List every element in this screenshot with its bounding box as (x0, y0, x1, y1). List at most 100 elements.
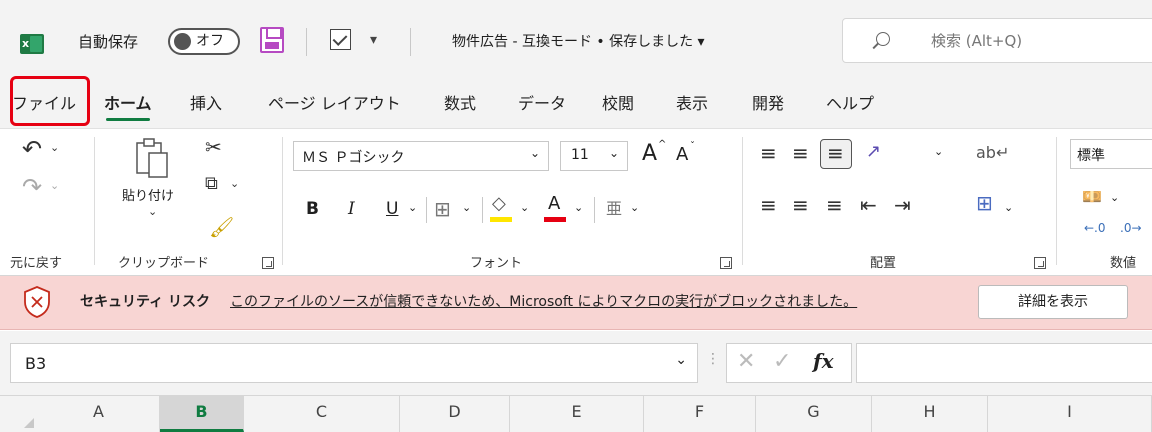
column-header[interactable]: G (756, 396, 872, 432)
merge-dropdown-icon[interactable]: ⌄ (1004, 201, 1013, 214)
tab-help[interactable]: ヘルプ (826, 84, 874, 124)
increase-indent-icon[interactable]: ⇥ (894, 193, 911, 217)
column-header[interactable]: D (400, 396, 510, 432)
orientation-icon[interactable]: ↗ (866, 141, 881, 162)
document-title[interactable]: 物件広告 - 互換モード • 保存しました ▾ (452, 32, 705, 52)
wrap-text-icon[interactable]: ab↵ (976, 143, 1009, 162)
column-header[interactable]: E (510, 396, 644, 432)
security-title: セキュリティ リスク (80, 294, 211, 310)
security-message-link[interactable]: このファイルのソースが信頼できないため、Microsoft によりマクロの実行が… (230, 292, 857, 312)
align-bottom-icon: ≡ (827, 141, 844, 165)
enter-icon[interactable]: ✓ (773, 349, 791, 374)
column-header[interactable]: A (38, 396, 160, 432)
insert-function-button[interactable]: fx (813, 349, 834, 373)
decrease-decimal-icon[interactable]: .0→ (1120, 221, 1142, 235)
number-format-select[interactable]: 標準 (1070, 139, 1152, 169)
font-name-select[interactable]: ＭＳ Ｐゴシック ⌄ (293, 141, 549, 171)
down-caret-icon: ˇ (690, 141, 695, 152)
formula-divider-icon: ⋮ (706, 351, 720, 367)
border-icon[interactable]: ⊞ (434, 197, 451, 221)
undo-group-label: 元に戻す (10, 256, 63, 271)
formula-input[interactable] (856, 343, 1152, 383)
cancel-icon[interactable]: ✕ (737, 349, 755, 374)
align-middle-icon[interactable]: ≡ (792, 141, 809, 165)
tab-review[interactable]: 校閲 (602, 84, 634, 124)
name-box[interactable]: B3 ⌄ (10, 343, 698, 383)
font-name-value: ＭＳ Ｐゴシック (302, 150, 405, 166)
formula-bar: B3 ⌄ ⋮ ✕ ✓ fx (0, 331, 1152, 395)
increase-decimal-icon[interactable]: ←.0 (1084, 221, 1106, 235)
tab-data[interactable]: データ (518, 84, 566, 124)
paste-label[interactable]: 貼り付け (122, 185, 174, 204)
security-warning-bar: セキュリティ リスク このファイルのソースが信頼できないため、Microsoft… (0, 276, 1152, 330)
formula-buttons: ✕ ✓ fx (726, 343, 852, 383)
align-top-icon[interactable]: ≡ (760, 141, 777, 165)
font-size-value: 11 (571, 147, 589, 163)
tab-formulas[interactable]: 数式 (444, 84, 476, 124)
group-separator (282, 137, 283, 265)
fill-color-icon[interactable]: ◇ (492, 193, 506, 214)
align-right-icon[interactable]: ≡ (826, 193, 843, 217)
tab-developer[interactable]: 開発 (752, 84, 784, 124)
phonetic-icon[interactable]: 亜 (606, 195, 622, 219)
italic-button[interactable]: I (348, 199, 355, 219)
border-dropdown-icon[interactable]: ⌄ (462, 201, 471, 214)
ribbon: ↶ ⌄ ↷ ⌄ 元に戻す 貼り付け ⌄ ✂ ⧉ ⌄ 🖌 クリップボード ＭＳ Ｐ… (0, 128, 1152, 276)
undo-dropdown-icon[interactable]: ⌄ (50, 141, 59, 154)
currency-format-icon[interactable]: 💴 (1082, 187, 1102, 206)
paste-icon[interactable] (135, 137, 169, 179)
column-header[interactable]: C (244, 396, 400, 432)
font-separator (482, 197, 483, 223)
font-color-button[interactable]: A (548, 193, 560, 214)
column-header[interactable]: I (988, 396, 1152, 432)
copy-dropdown-icon[interactable]: ⌄ (230, 177, 239, 190)
cut-icon[interactable]: ✂ (205, 135, 222, 159)
font-color-dropdown-icon[interactable]: ⌄ (574, 201, 583, 214)
redo-dropdown-icon[interactable]: ⌄ (50, 179, 59, 192)
excel-logo-icon: x (20, 34, 44, 54)
checkbox-icon[interactable] (330, 29, 351, 50)
paste-dropdown-icon[interactable]: ⌄ (148, 205, 157, 218)
redo-icon[interactable]: ↷ (22, 173, 42, 201)
alignment-launcher-icon[interactable] (1034, 257, 1046, 269)
title-bar: x 自動保存 オフ ▾ 物件広告 - 互換モード • 保存しました ▾ 検索 (… (0, 0, 1152, 84)
underline-dropdown-icon[interactable]: ⌄ (408, 201, 417, 214)
tab-view[interactable]: 表示 (676, 84, 708, 124)
bold-button[interactable]: B (306, 199, 319, 219)
show-details-button[interactable]: 詳細を表示 (978, 285, 1128, 319)
currency-dropdown-icon[interactable]: ⌄ (1110, 191, 1119, 204)
copy-icon[interactable]: ⧉ (205, 173, 218, 194)
orientation-dropdown-icon[interactable]: ⌄ (934, 145, 943, 158)
undo-icon[interactable]: ↶ (22, 135, 42, 163)
autosave-toggle[interactable]: オフ (168, 28, 240, 55)
font-separator (426, 197, 427, 223)
underline-button[interactable]: U (386, 199, 398, 219)
search-box[interactable]: 検索 (Alt+Q) (842, 18, 1152, 63)
customize-qat-button[interactable]: ▾ (370, 30, 377, 50)
font-separator (594, 197, 595, 223)
align-left-icon[interactable]: ≡ (760, 193, 777, 217)
tab-home[interactable]: ホーム (104, 84, 152, 124)
font-size-select[interactable]: 11 ⌄ (560, 141, 628, 171)
chevron-down-icon: ⌄ (529, 146, 540, 160)
merge-center-icon[interactable]: ⊞ (976, 191, 993, 215)
increase-font-size-button[interactable]: A (642, 141, 657, 166)
column-header[interactable]: H (872, 396, 988, 432)
font-launcher-icon[interactable] (720, 257, 732, 269)
decrease-indent-icon[interactable]: ⇤ (860, 193, 877, 217)
select-all-button[interactable] (0, 396, 38, 432)
chevron-down-icon[interactable]: ⌄ (675, 352, 687, 368)
column-header-selected[interactable]: B (160, 396, 244, 432)
save-icon[interactable] (260, 27, 284, 53)
align-center-icon[interactable]: ≡ (792, 193, 809, 217)
phonetic-dropdown-icon[interactable]: ⌄ (630, 201, 639, 214)
format-painter-icon[interactable]: 🖌 (209, 215, 234, 239)
tab-insert[interactable]: 挿入 (190, 84, 222, 124)
column-header[interactable]: F (644, 396, 756, 432)
tab-page-layout[interactable]: ページ レイアウト (268, 84, 401, 124)
clipboard-launcher-icon[interactable] (262, 257, 274, 269)
number-group-label: 数値 (1110, 256, 1137, 271)
fill-color-dropdown-icon[interactable]: ⌄ (520, 201, 529, 214)
decrease-font-size-button[interactable]: A (676, 144, 688, 165)
alignment-group-label: 配置 (870, 256, 897, 271)
